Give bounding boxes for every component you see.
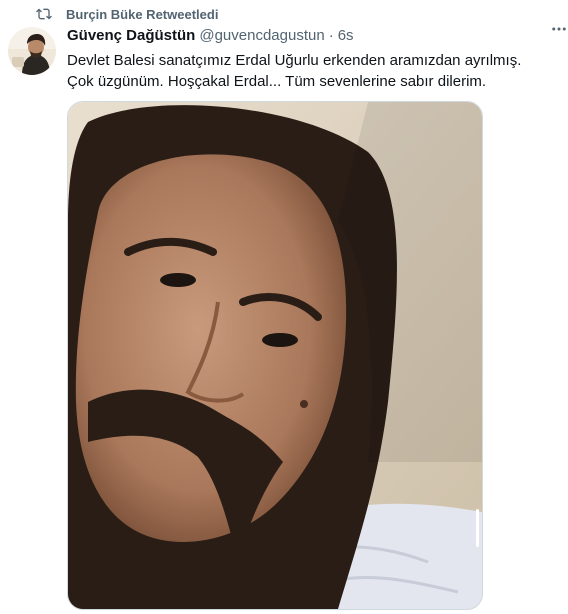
avatar[interactable] <box>8 27 56 75</box>
display-name[interactable]: Güvenç Dağüstün <box>67 27 195 44</box>
more-horizontal-icon <box>550 20 568 43</box>
retweet-label: Burçin Büke Retweetledi <box>66 6 219 22</box>
media-scroll-indicator <box>476 509 479 547</box>
tweet-timestamp[interactable]: 6s <box>338 27 354 44</box>
more-options-button[interactable] <box>550 22 568 40</box>
tweet[interactable]: Burçin Büke Retweetledi Güvenç Dağüstün … <box>0 0 568 614</box>
separator-dot: · <box>328 27 334 44</box>
tweet-text: Devlet Balesi sanatçımız Erdal Uğurlu er… <box>67 52 522 90</box>
user-handle[interactable]: @guvencdagustun <box>199 27 324 44</box>
retweet-icon <box>36 6 52 22</box>
tweet-header: Güvenç Dağüstün @guvencdagustun · 6s <box>67 27 354 44</box>
tweet-media-photo[interactable] <box>67 101 483 610</box>
retweet-context[interactable]: Burçin Büke Retweetledi <box>36 6 218 22</box>
